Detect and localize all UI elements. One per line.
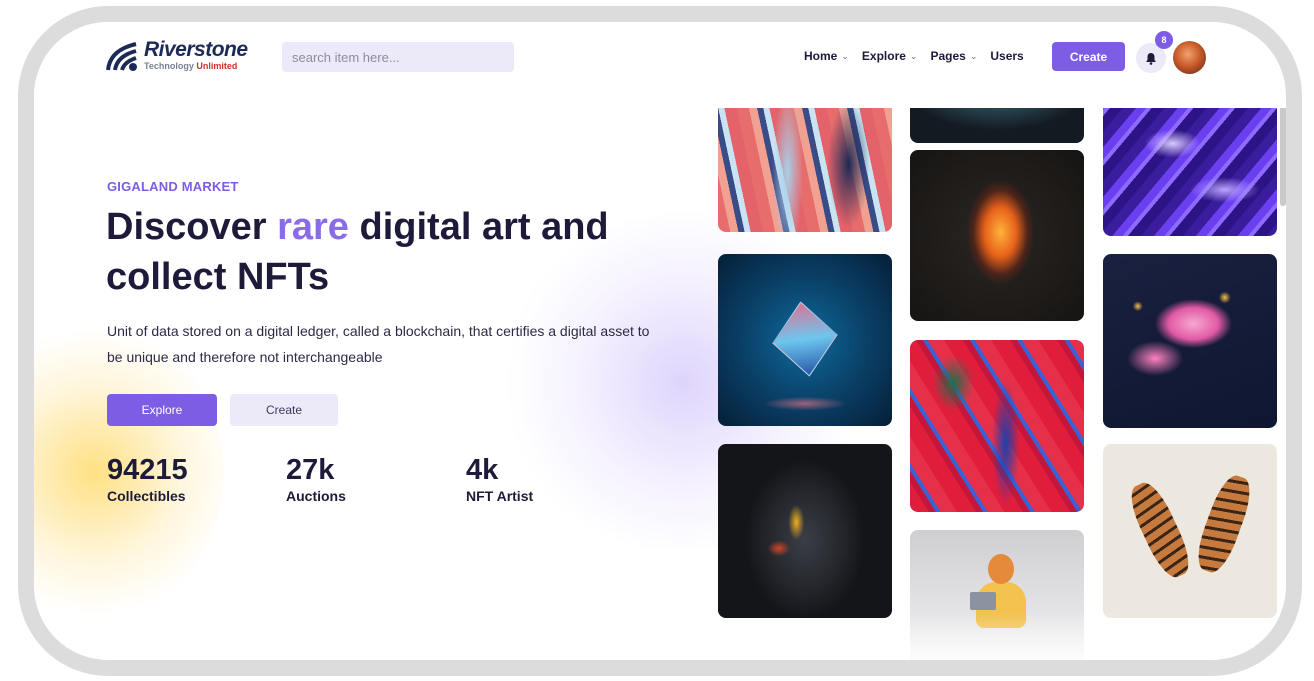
hero-description: Unit of data stored on a digital ledger,… bbox=[107, 323, 650, 365]
hero-eyebrow: GIGALAND MARKET bbox=[107, 179, 239, 194]
nft-card-pink-splash-art[interactable] bbox=[1103, 254, 1277, 428]
chevron-down-icon: ⌄ bbox=[909, 50, 918, 61]
stat-collectibles: 94215 Collectibles bbox=[107, 454, 188, 504]
stat-value: 94215 bbox=[107, 454, 188, 486]
explore-button[interactable]: Explore bbox=[107, 394, 217, 426]
stat-value: 4k bbox=[466, 454, 499, 486]
hero-headline: Discover rare digital art and collect NF… bbox=[106, 206, 609, 298]
nav-item-home[interactable]: Home ⌄ bbox=[804, 49, 849, 63]
tiger-shape bbox=[1190, 471, 1258, 577]
chevron-down-icon: ⌄ bbox=[841, 50, 849, 61]
user-avatar[interactable] bbox=[1173, 41, 1206, 74]
nft-card-glass-cube-art[interactable] bbox=[718, 254, 892, 426]
nft-card-painted-face-art[interactable] bbox=[718, 444, 892, 618]
main-nav: Home ⌄ Explore ⌄ Pages ⌄ Users bbox=[804, 49, 1024, 63]
nft-card-tigers-art[interactable] bbox=[1103, 444, 1277, 618]
glass-cube-shape bbox=[772, 301, 838, 377]
nav-item-users[interactable]: Users bbox=[990, 49, 1023, 63]
brand-name: Riverstone bbox=[144, 38, 248, 61]
chevron-down-icon: ⌄ bbox=[969, 50, 978, 61]
header-create-button[interactable]: Create bbox=[1052, 42, 1125, 71]
tiger-shape bbox=[1123, 477, 1197, 583]
brand-tagline: Technology Unlimited bbox=[144, 61, 238, 71]
gallery-fade bbox=[894, 612, 1114, 660]
stat-label: Collectibles bbox=[107, 488, 186, 504]
create-button[interactable]: Create bbox=[230, 394, 338, 426]
nft-card-ember-art[interactable] bbox=[910, 150, 1084, 321]
top-header: Riverstone Technology Unlimited Home⌄ Ex… bbox=[34, 22, 1286, 108]
bell-icon bbox=[1146, 52, 1156, 65]
character-head bbox=[988, 554, 1014, 584]
stat-label: NFT Artist bbox=[466, 488, 534, 504]
stat-value: 27k bbox=[286, 454, 335, 486]
search-input[interactable] bbox=[282, 42, 514, 72]
nav-item-pages[interactable]: Pages ⌄ bbox=[930, 49, 977, 63]
notification-count-badge: 8 bbox=[1155, 31, 1173, 49]
screen-frame: Riverstone Technology Unlimited Home⌄ Ex… bbox=[18, 6, 1302, 676]
nft-card-red-fluid-art[interactable] bbox=[910, 340, 1084, 512]
stat-nft-artist: 4k NFT Artist bbox=[466, 454, 533, 504]
nav-item-explore[interactable]: Explore ⌄ bbox=[862, 49, 918, 63]
stat-label: Auctions bbox=[286, 488, 346, 504]
stat-auctions: 27k Auctions bbox=[286, 454, 346, 504]
riverstone-logo-icon bbox=[106, 42, 137, 71]
laptop-shape bbox=[970, 592, 996, 610]
headline-highlight: rare bbox=[277, 206, 349, 248]
